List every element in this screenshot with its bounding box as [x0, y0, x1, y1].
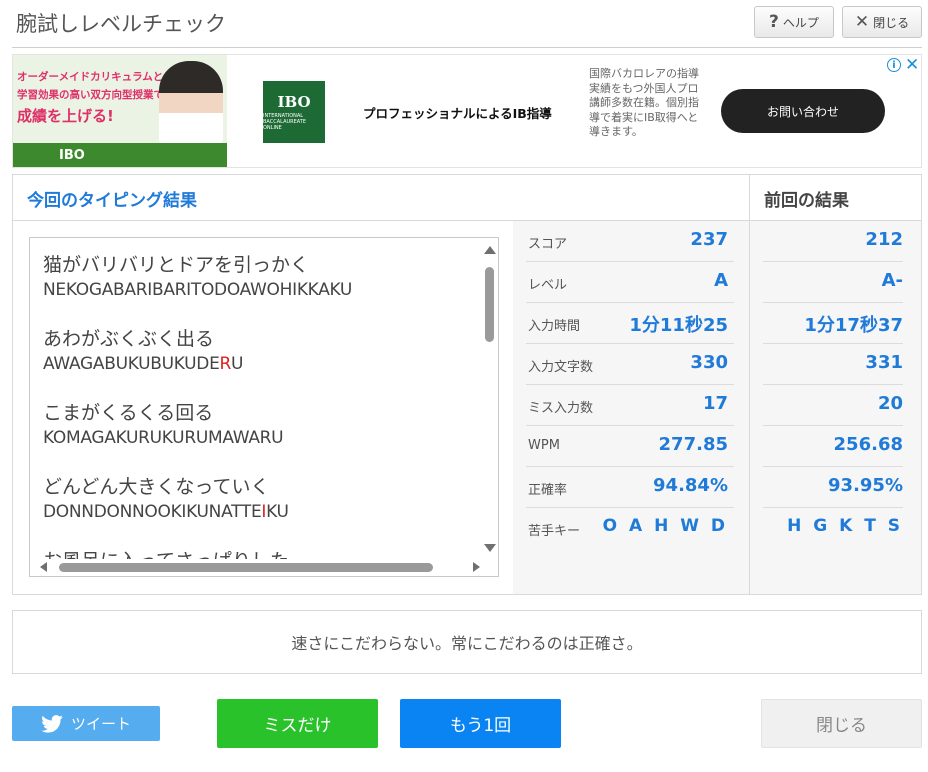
- stat-current-value: 17: [702, 393, 728, 414]
- prev-stat-row-misses: 20: [763, 385, 903, 426]
- scroll-down-arrow-icon[interactable]: [484, 544, 496, 552]
- miss-only-button[interactable]: ミスだけ: [217, 699, 378, 748]
- stat-label: スコア: [528, 237, 568, 252]
- horizontal-scrollbar[interactable]: [30, 559, 482, 576]
- word-item: どんどん大きくなっていく DONNDONNOOKIKUNATTEIKU: [43, 474, 483, 524]
- prev-stat-row-score: 212: [763, 221, 903, 262]
- stat-row-chars: 入力文字数 330: [526, 344, 734, 385]
- close-icon: ✕: [854, 12, 870, 32]
- stat-previous-value: A-: [881, 270, 903, 291]
- ad-logo-subtext: INTERNATIONAL BACCALAUREATE ONLINE: [263, 113, 307, 131]
- previous-results-header: 前回の結果: [749, 175, 921, 221]
- prev-stat-row-chars: 331: [763, 344, 903, 385]
- ad-image-line3: 成績を上げる!: [17, 107, 114, 125]
- vertical-scrollbar[interactable]: [481, 238, 498, 560]
- close-button[interactable]: 閉じる: [761, 699, 922, 748]
- stat-row-weak-keys: 苦手キー O A H W D: [526, 508, 734, 549]
- stat-current-value: 94.84%: [653, 475, 728, 496]
- prev-stat-row-weak-keys: H G K T S: [763, 508, 903, 549]
- stat-previous-value: 256.68: [833, 434, 903, 455]
- ad-logo[interactable]: IBO INTERNATIONAL BACCALAUREATE ONLINE: [263, 81, 325, 143]
- ad-image-line2: 学習効果の高い双方向型授業で: [17, 89, 164, 101]
- page-title: 腕試しレベルチェック: [16, 12, 226, 36]
- miss-char: R: [219, 354, 232, 374]
- stat-current-value: 330: [690, 352, 728, 373]
- vertical-scroll-thumb[interactable]: [485, 267, 494, 342]
- word-japanese: どんどん大きくなっていく: [43, 476, 270, 498]
- stat-current-value: A: [714, 270, 728, 291]
- header-close-button[interactable]: ✕ 閉じる: [842, 6, 922, 38]
- stat-current-value: 277.85: [658, 434, 728, 455]
- word-item: あわがぶくぶく出る AWAGABUKUBUKUDERU: [43, 326, 483, 376]
- word-romaji: DONNDONNOOKIKUNATTEIKU: [43, 502, 289, 522]
- stat-row-accuracy: 正確率 94.84%: [526, 467, 734, 508]
- stat-label: ミス入力数: [528, 401, 594, 416]
- twitter-bird-icon: [41, 714, 63, 733]
- prev-stat-row-wpm: 256.68: [763, 426, 903, 467]
- prev-stat-row-time: 1分17秒37: [763, 303, 903, 344]
- stat-row-wpm: WPM 277.85: [526, 426, 734, 467]
- ad-description: 国際バカロレアの指導実績をもつ外国人プロ講師多数在籍。個別指導で着実にIB取得へ…: [589, 67, 699, 139]
- prev-stat-row-accuracy: 93.95%: [763, 467, 903, 508]
- ad-image-line1: オーダーメイドカリキュラムと: [17, 71, 164, 83]
- results-panel: 今回のタイピング結果 前回の結果 猫がバリバリとドアを引っかく NEKOGABA…: [12, 174, 922, 595]
- word-japanese: 猫がバリバリとドアを引っかく: [43, 254, 310, 276]
- word-item: こまがくるくる回る KOMAGAKURUKURUMAWARU: [43, 400, 483, 450]
- previous-results-title: 前回の結果: [764, 191, 849, 211]
- stat-previous-value: 212: [865, 229, 903, 250]
- stat-current-value: 237: [690, 229, 728, 250]
- ad-headline[interactable]: プロフェッショナルによるIB指導: [363, 103, 552, 122]
- help-label: ヘルプ: [782, 15, 819, 30]
- stat-row-level: レベル A: [526, 262, 734, 303]
- stat-label: 正確率: [528, 483, 568, 498]
- typed-words-list[interactable]: 猫がバリバリとドアを引っかく NEKOGABARIBARITODOAWOHIKK…: [29, 237, 499, 577]
- ad-close-icon[interactable]: ✕: [905, 55, 919, 75]
- ad-image-strip: [13, 143, 227, 167]
- retry-button[interactable]: もう1回: [400, 699, 561, 748]
- stat-row-time: 入力時間 1分11秒25: [526, 303, 734, 344]
- ad-info-icon[interactable]: i: [887, 58, 901, 72]
- current-results-header: 今回のタイピング結果: [13, 175, 749, 221]
- word-item: 猫がバリバリとドアを引っかく NEKOGABARIBARITODOAWOHIKK…: [43, 252, 483, 302]
- stat-current-value: 1分11秒25: [629, 315, 728, 336]
- ad-image[interactable]: オーダーメイドカリキュラムと 学習効果の高い双方向型授業で 成績を上げる! IB…: [13, 55, 227, 167]
- typed-words-content: 猫がバリバリとドアを引っかく NEKOGABARIBARITODOAWOHIKK…: [43, 252, 483, 574]
- stat-previous-value: H G K T S: [787, 516, 903, 536]
- word-romaji: KOMAGAKURUKURUMAWARU: [43, 428, 284, 448]
- prev-stat-row-level: A-: [763, 262, 903, 303]
- stat-row-misses: ミス入力数 17: [526, 385, 734, 426]
- stat-label: 入力文字数: [528, 360, 594, 375]
- stat-label: WPM: [528, 438, 560, 453]
- question-icon: ?: [769, 12, 779, 32]
- ad-student-photo: [159, 61, 223, 145]
- ad-banner[interactable]: オーダーメイドカリキュラムと 学習効果の高い双方向型授業で 成績を上げる! IB…: [12, 54, 922, 168]
- stat-label: 入力時間: [528, 319, 581, 334]
- stat-row-score: スコア 237: [526, 221, 734, 262]
- tweet-button[interactable]: ツイート: [12, 706, 160, 741]
- stat-label: レベル: [528, 278, 568, 293]
- header-divider: [12, 47, 922, 48]
- advice-message: 速さにこだわらない。常にこだわるのは正確さ。: [12, 610, 922, 674]
- tweet-label: ツイート: [70, 715, 131, 733]
- ad-logo-text: IBO: [277, 93, 311, 111]
- stat-label: 苦手キー: [528, 524, 581, 539]
- stat-current-value: O A H W D: [602, 516, 728, 536]
- ad-image-brand: IBO: [59, 148, 85, 163]
- scroll-right-arrow-icon[interactable]: [473, 562, 480, 572]
- word-japanese: あわがぶくぶく出る: [43, 328, 215, 350]
- word-romaji: NEKOGABARIBARITODOAWOHIKKAKU: [43, 280, 353, 300]
- ad-contact-button[interactable]: お問い合わせ: [721, 89, 885, 133]
- stat-previous-value: 331: [865, 352, 903, 373]
- stat-previous-value: 20: [877, 393, 903, 414]
- word-romaji: AWAGABUKUBUKUDERU: [43, 354, 244, 374]
- word-japanese: こまがくるくる回る: [43, 402, 214, 424]
- stat-previous-value: 1分17秒37: [804, 315, 903, 336]
- current-results-title: 今回のタイピング結果: [27, 191, 197, 211]
- scroll-left-arrow-icon[interactable]: [40, 562, 47, 572]
- stat-previous-value: 93.95%: [828, 475, 903, 496]
- header-close-label: 閉じる: [873, 15, 910, 30]
- horizontal-scroll-thumb[interactable]: [59, 563, 433, 572]
- help-button[interactable]: ? ヘルプ: [754, 6, 834, 38]
- scroll-up-arrow-icon[interactable]: [484, 246, 496, 254]
